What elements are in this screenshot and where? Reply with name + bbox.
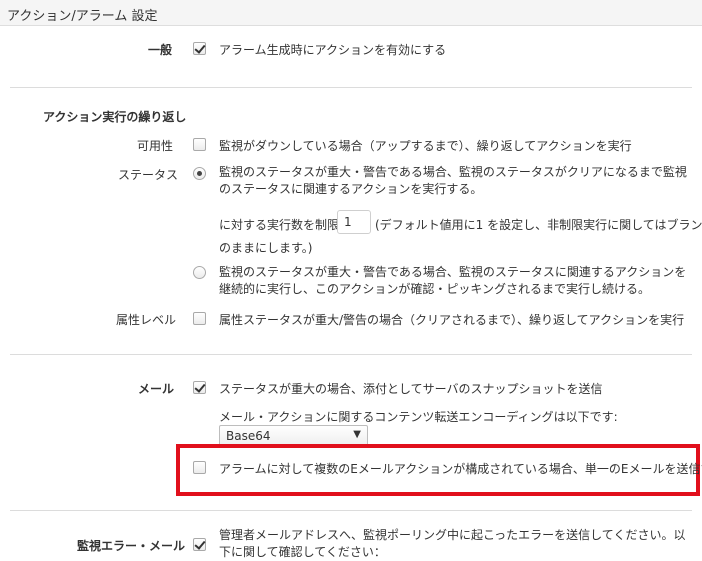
snapshot-checkbox[interactable]	[193, 381, 206, 394]
encoding-selected-value: Base64	[226, 429, 271, 443]
status-continuous-radio[interactable]	[193, 266, 206, 279]
divider	[10, 510, 692, 511]
mail-label: メール	[138, 382, 175, 396]
repeat-section-title: アクション実行の繰り返し	[43, 110, 187, 124]
limit-prefix-text: に対する実行数を制限	[219, 218, 340, 232]
monitor-error-mail-text: 管理者メールアドレスへ、監視ポーリング中に起こったエラーを送信してください。以下…	[219, 528, 686, 559]
page-title: アクション/アラーム 設定	[7, 9, 158, 24]
single-mail-checkbox[interactable]	[193, 461, 206, 474]
snapshot-text: ステータスが重大の場合、添付としてサーバのスナップショットを送信	[219, 382, 603, 396]
dropdown-arrow-icon: ▼	[353, 429, 361, 440]
encoding-label: メール・アクションに関するコンテンツ転送エンコーディングは以下です:	[219, 410, 618, 424]
page-header: アクション/アラーム 設定	[0, 0, 702, 26]
status-label: ステータス	[118, 168, 179, 182]
general-label: 一般	[148, 43, 173, 57]
single-mail-text: アラームに対して複数のEメールアクションが構成されている場合、単一のEメールを送…	[219, 462, 702, 476]
limit-suffix-line1: (デフォルト値用に1 を設定し、非制限実行に関してはブランク	[375, 218, 702, 232]
attribute-level-label: 属性レベル	[116, 313, 177, 327]
monitor-error-mail-checkbox[interactable]	[193, 538, 206, 551]
status-until-clear-radio[interactable]	[193, 167, 206, 180]
divider	[10, 87, 692, 88]
availability-checkbox[interactable]	[193, 138, 206, 151]
availability-text: 監視がダウンしている場合（アップするまで）、繰り返してアクションを実行	[219, 139, 632, 153]
status-option2-text: 監視のステータスが重大・警告である場合、監視のステータスに関連するアクションを継…	[219, 265, 687, 296]
limit-suffix-line2: のままにします。)	[219, 241, 313, 255]
execution-limit-input[interactable]	[337, 210, 371, 234]
enable-action-checkbox[interactable]	[193, 42, 206, 55]
attribute-checkbox[interactable]	[193, 312, 206, 325]
status-option1-text: 監視のステータスが重大・警告である場合、監視のステータスがクリアになるまで監視の…	[219, 165, 687, 196]
availability-label: 可用性	[137, 139, 174, 153]
attribute-text: 属性ステータスが重大/警告の場合（クリアされるまで）、繰り返してアクションを実行	[219, 313, 685, 327]
divider	[10, 354, 692, 355]
enable-action-text: アラーム生成時にアクションを有効にする	[219, 43, 447, 57]
monitor-error-mail-label: 監視エラー・メール	[77, 539, 186, 553]
